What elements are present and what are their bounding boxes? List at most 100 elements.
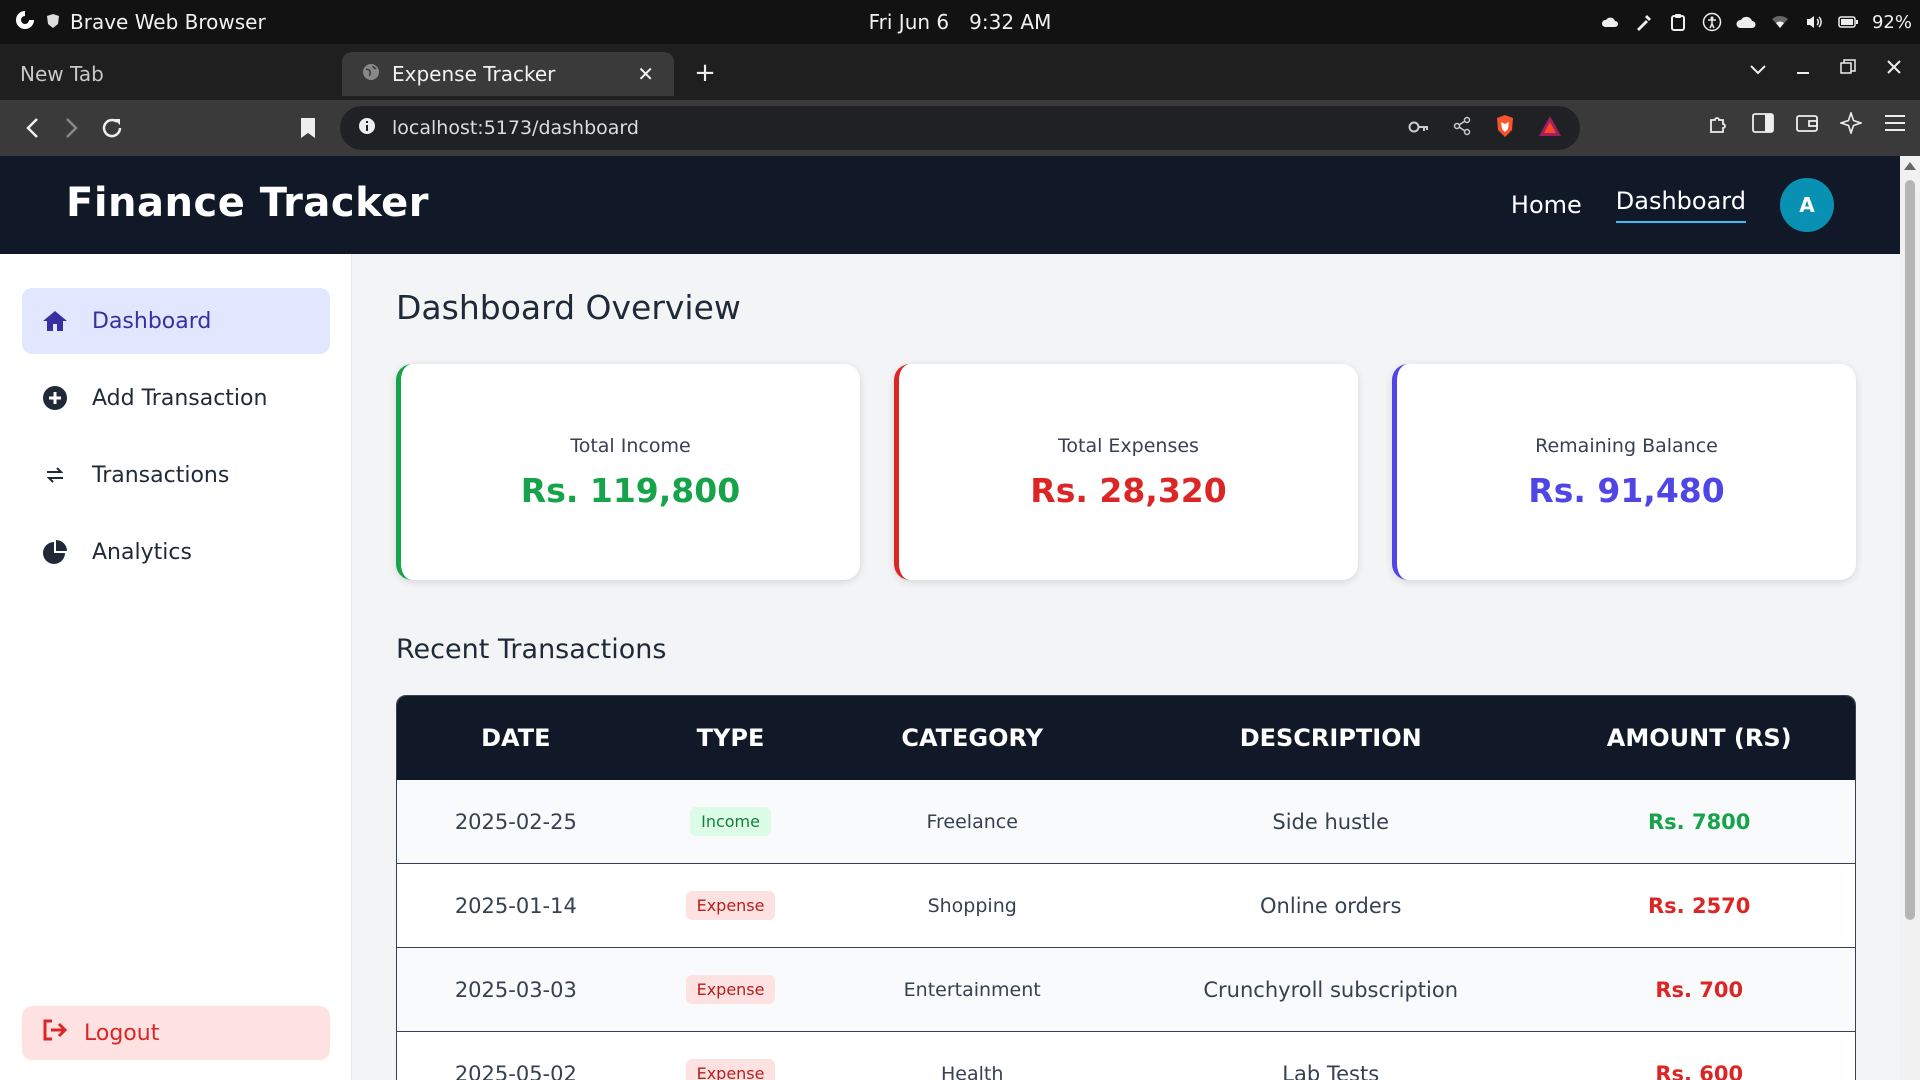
os-date: Fri Jun 6 <box>868 10 950 34</box>
header-date[interactable]: DATE <box>397 724 635 752</box>
sidebar-item-label: Transactions <box>92 462 230 488</box>
nav-home-link[interactable]: Home <box>1511 191 1582 219</box>
minimize-icon[interactable] <box>1796 56 1810 80</box>
home-icon <box>42 308 68 334</box>
card-value: Rs. 91,480 <box>1528 470 1725 510</box>
table-row[interactable]: 2025-03-03 Expense Entertainment Crunchy… <box>397 948 1855 1032</box>
app-header: Finance Tracker Home Dashboard A <box>0 156 1900 254</box>
os-app-menu[interactable]: Brave Web Browser <box>14 0 266 44</box>
os-top-bar: Brave Web Browser Fri Jun 6 9:32 AM 92% <box>0 0 1920 44</box>
remaining-balance-card: Remaining Balance Rs. 91,480 <box>1392 364 1856 580</box>
header-type[interactable]: TYPE <box>635 724 827 752</box>
cell-date: 2025-01-14 <box>454 893 577 918</box>
window-controls <box>1750 56 1902 80</box>
share-icon[interactable] <box>1452 116 1472 141</box>
table-row[interactable]: 2025-02-25 Income Freelance Side hustle … <box>397 780 1855 864</box>
accessibility-icon <box>1702 12 1722 32</box>
card-label: Total Income <box>570 434 691 457</box>
top-nav: Home Dashboard A <box>1511 178 1834 232</box>
tab-strip: New Tab Expense Tracker ✕ + <box>0 44 1920 100</box>
cloud-icon <box>1600 12 1620 32</box>
scroll-up-arrow-icon[interactable] <box>1904 162 1916 170</box>
sidebar-item-analytics[interactable]: Analytics <box>22 519 330 585</box>
logout-icon <box>42 1019 68 1047</box>
clipboard-icon <box>1668 12 1688 32</box>
cell-amount: Rs. 600 <box>1655 1061 1744 1080</box>
total-income-card: Total Income Rs. 119,800 <box>396 364 860 580</box>
logout-button[interactable]: Logout <box>22 1006 330 1060</box>
sidebar-item-label: Dashboard <box>92 308 212 334</box>
globe-icon <box>362 62 380 86</box>
system-tray[interactable]: 92% <box>1600 0 1912 44</box>
type-badge: Expense <box>685 1059 776 1080</box>
sidebar-item-add-transaction[interactable]: Add Transaction <box>22 365 330 431</box>
browser-toolbar: localhost:5173/dashboard <box>0 100 1920 156</box>
page-scrollbar[interactable] <box>1900 156 1920 1080</box>
sidebar-item-dashboard[interactable]: Dashboard <box>22 288 330 354</box>
nav-dashboard-link[interactable]: Dashboard <box>1615 187 1746 223</box>
forward-button[interactable] <box>56 112 88 144</box>
new-tab-button[interactable]: + <box>690 58 720 88</box>
extensions-icon[interactable] <box>1708 112 1730 138</box>
site-info-icon[interactable] <box>358 117 376 140</box>
cloud-sync-icon <box>1736 12 1756 32</box>
table-header: DATE TYPE CATEGORY DESCRIPTION AMOUNT (R… <box>397 696 1855 780</box>
tab-label: Expense Tracker <box>392 62 556 86</box>
sidebar-item-label: Analytics <box>92 539 192 565</box>
exchange-icon <box>42 462 68 488</box>
pie-chart-icon <box>42 539 68 565</box>
table-row[interactable]: 2025-05-02 Expense Health Lab Tests Rs. … <box>397 1032 1855 1080</box>
type-badge: Expense <box>685 891 776 920</box>
cell-amount: Rs. 7800 <box>1648 809 1751 834</box>
cell-description: Side hustle <box>1272 809 1390 834</box>
sidebar: Dashboard Add Transaction Transactions A… <box>0 254 352 1080</box>
wallet-icon[interactable] <box>1796 113 1818 137</box>
color-picker-icon <box>1634 12 1654 32</box>
card-label: Total Expenses <box>1058 434 1199 457</box>
header-category[interactable]: CATEGORY <box>826 724 1118 752</box>
card-label: Remaining Balance <box>1535 434 1718 457</box>
close-window-icon[interactable] <box>1886 56 1902 80</box>
cell-amount: Rs. 2570 <box>1648 893 1751 918</box>
menu-icon[interactable] <box>1884 114 1906 136</box>
address-bar[interactable]: localhost:5173/dashboard <box>340 106 1580 150</box>
brand-title[interactable]: Finance Tracker <box>66 180 429 226</box>
restore-icon[interactable] <box>1840 56 1856 80</box>
tab-search-icon[interactable] <box>1750 56 1766 80</box>
cell-date: 2025-03-03 <box>454 977 577 1002</box>
sidebar-item-label: Add Transaction <box>92 385 268 411</box>
back-button[interactable] <box>16 112 48 144</box>
extension-icons <box>1708 110 1906 138</box>
url-text: localhost:5173/dashboard <box>392 117 639 139</box>
brave-rewards-icon[interactable] <box>1538 115 1562 142</box>
cell-amount: Rs. 700 <box>1655 977 1744 1002</box>
user-avatar[interactable]: A <box>1780 178 1834 232</box>
close-tab-icon[interactable]: ✕ <box>637 62 654 86</box>
header-amount[interactable]: AMOUNT (RS) <box>1543 724 1855 752</box>
cell-date: 2025-05-02 <box>454 1061 577 1080</box>
cell-category: Freelance <box>926 810 1018 833</box>
recent-transactions-title: Recent Transactions <box>396 634 667 665</box>
tab-expense-tracker[interactable]: Expense Tracker ✕ <box>342 52 674 96</box>
reload-button[interactable] <box>96 112 128 144</box>
os-app-name: Brave Web Browser <box>70 10 266 34</box>
transactions-table: DATE TYPE CATEGORY DESCRIPTION AMOUNT (R… <box>396 695 1856 1080</box>
cell-date: 2025-02-25 <box>454 809 577 834</box>
scrollbar-thumb[interactable] <box>1905 180 1915 920</box>
card-value: Rs. 28,320 <box>1030 470 1227 510</box>
cell-category: Entertainment <box>903 978 1041 1001</box>
leo-ai-icon[interactable] <box>1838 110 1864 138</box>
bookmark-button[interactable] <box>292 112 324 144</box>
header-description[interactable]: DESCRIPTION <box>1118 724 1543 752</box>
plus-circle-icon <box>42 385 68 411</box>
card-value: Rs. 119,800 <box>520 470 741 510</box>
cell-description: Lab Tests <box>1282 1061 1380 1080</box>
battery-percent: 92% <box>1871 11 1912 33</box>
wifi-icon <box>1770 12 1790 32</box>
sidebar-toggle-icon[interactable] <box>1752 113 1774 137</box>
sidebar-item-transactions[interactable]: Transactions <box>22 442 330 508</box>
key-icon[interactable] <box>1408 117 1430 139</box>
tab-new-tab[interactable]: New Tab <box>0 52 340 96</box>
table-row[interactable]: 2025-01-14 Expense Shopping Online order… <box>397 864 1855 948</box>
brave-shields-icon[interactable] <box>1494 114 1516 143</box>
